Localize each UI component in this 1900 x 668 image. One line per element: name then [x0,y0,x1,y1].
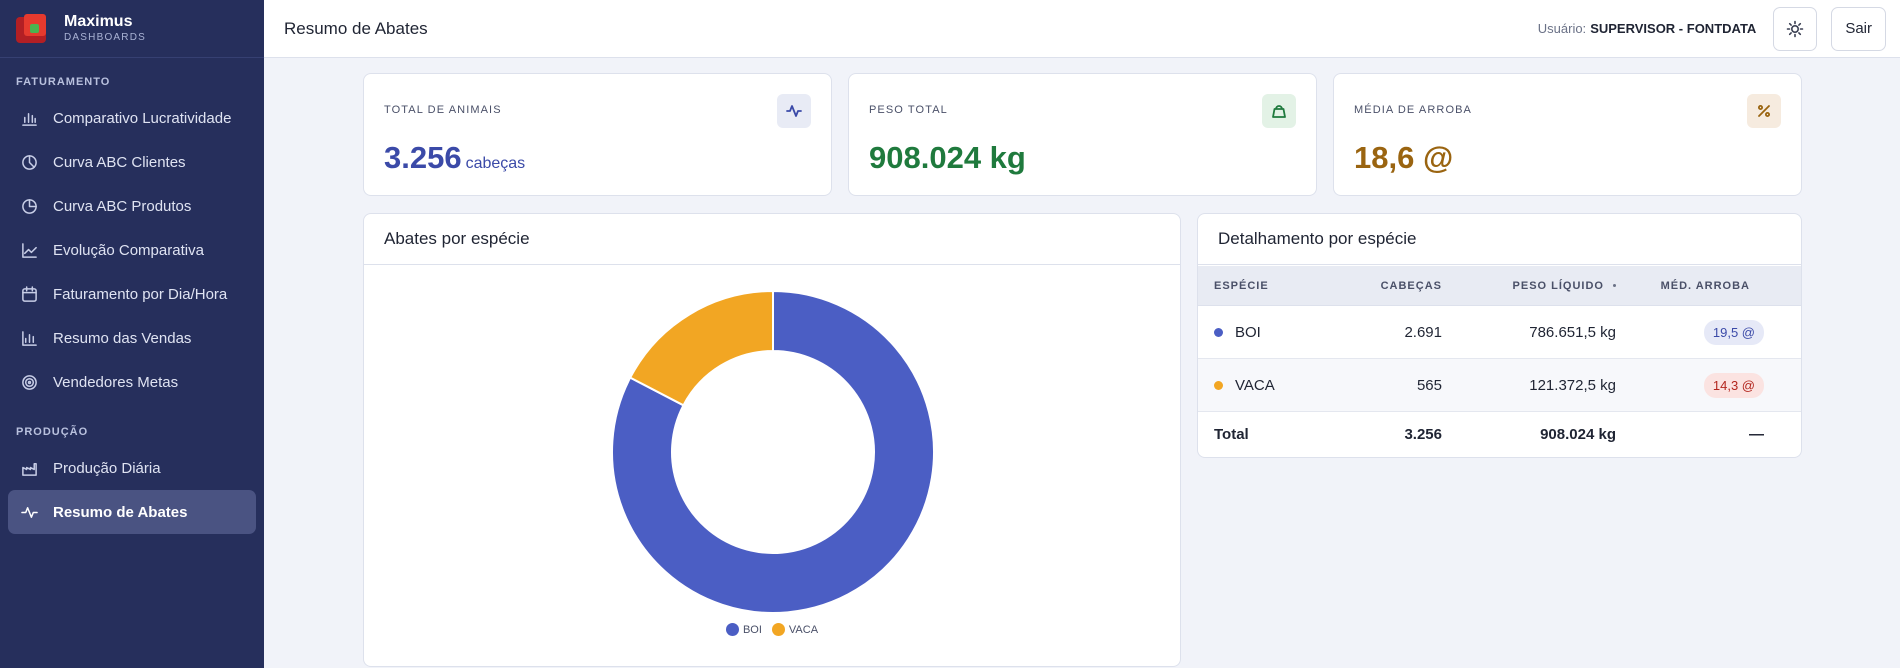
sidebar-item-comparativo-lucratividade[interactable]: Comparativo Lucratividade [8,96,256,140]
table-total-row: Total 3.256 908.024 kg — [1198,412,1801,457]
brand-subtitle: DASHBOARDS [64,32,147,43]
sidebar-item-faturamento-dia-hora[interactable]: Faturamento por Dia/Hora [8,272,256,316]
factory-icon [20,459,38,477]
detail-panel: Detalhamento por espécie ESPÉCIE CABEÇAS… [1197,213,1802,458]
cell-species: VACA [1235,376,1275,394]
top-header: Resumo de Abates Usuário: SUPERVISOR - F… [264,0,1900,58]
user-label: Usuário: [1537,21,1587,36]
cell-total-weight: 908.024 kg [1540,426,1616,443]
sidebar-item-vendedores-metas[interactable]: Vendedores Metas [8,360,256,404]
section-title-faturamento: FATURAMENTO [16,76,111,88]
percent-icon [1747,94,1781,128]
brand-name: Maximus [64,13,133,30]
weight-icon [1262,94,1296,128]
sun-icon [1786,20,1804,38]
legend-swatch [725,623,739,636]
activity-icon [777,94,811,128]
species-color-dot [1214,327,1223,337]
legend-swatch [771,623,785,636]
cell-heads: 565 [1416,376,1442,394]
table-header: ESPÉCIE CABEÇAS PESO LÍQUIDO MÉD. ARROBA [1198,266,1801,306]
theme-toggle-button[interactable] [1773,6,1818,51]
kpi-label: TOTAL DE ANIMAIS [384,104,502,116]
activity-icon [20,503,38,521]
col-header-med-arroba[interactable]: MÉD. ARROBA [1616,280,1780,292]
avg-badge: 14,3 @ [1703,372,1764,398]
kpi-card-total-animais: TOTAL DE ANIMAIS 3.256 cabeças [363,73,832,196]
species-table: ESPÉCIE CABEÇAS PESO LÍQUIDO MÉD. ARROBA… [1198,266,1801,457]
kpi-card-media-arroba: MÉDIA DE ARROBA 18,6 @ [1333,73,1802,196]
detail-panel-title: Detalhamento por espécie [1198,214,1801,265]
sidebar-item-curva-abc-produtos[interactable]: Curva ABC Produtos [8,184,256,228]
table-row[interactable]: BOI 2.691 786.651,5 kg 19,5 @ [1198,306,1801,359]
sidebar-item-label: Faturamento por Dia/Hora [53,285,228,303]
cell-weight: 121.372,5 kg [1529,376,1616,394]
cell-total-avg: — [1749,426,1764,443]
sidebar: Maximus DASHBOARDS FATURAMENTO Comparati… [0,0,264,668]
sidebar-item-curva-abc-clientes[interactable]: Curva ABC Clientes [8,140,256,184]
cell-heads: 2.691 [1404,323,1442,341]
cell-total-label: Total [1214,426,1249,443]
kpi-card-peso-total: PESO TOTAL 908.024 kg [848,73,1317,196]
kpi-value: 18,6 @ [1354,140,1454,175]
sidebar-item-label: Comparativo Lucratividade [53,109,232,127]
user-name: SUPERVISOR - FONTDATA [1590,21,1757,36]
sidebar-item-label: Resumo das Vendas [53,329,192,347]
sidebar-item-label: Evolução Comparativa [53,241,204,259]
col-header-peso-liquido[interactable]: PESO LÍQUIDO [1442,280,1616,292]
sidebar-item-producao-diaria[interactable]: Produção Diária [8,446,256,490]
cell-weight: 786.651,5 kg [1529,323,1616,341]
cell-total-heads: 3.256 [1404,426,1442,443]
kpi-value: 908.024 kg [869,140,1026,175]
species-color-dot [1214,380,1223,390]
col-header-label: PESO LÍQUIDO [1512,279,1604,292]
col-header-cabecas[interactable]: CABEÇAS [1318,280,1442,292]
kpi-label: MÉDIA DE ARROBA [1354,104,1472,116]
chart-panel-title: Abates por espécie [364,214,1180,265]
pie-chart-icon [20,153,38,171]
target-icon [20,373,38,391]
donut-chart [611,289,935,614]
legend-label: VACA [788,623,819,636]
chart-panel: Abates por espécie BOI VACA [363,213,1181,667]
sidebar-item-label: Curva ABC Produtos [53,197,192,215]
sidebar-item-label: Vendedores Metas [53,373,179,391]
table-row[interactable]: VACA 565 121.372,5 kg 14,3 @ [1198,359,1801,412]
bar-chart-icon [20,329,38,347]
calendar-icon [20,285,38,303]
brand-logo [16,13,52,44]
kpi-value: 3.256 cabeças [384,140,525,176]
pie-chart-icon [20,197,38,215]
kpi-label: PESO TOTAL [869,104,948,116]
col-header-label: MÉD. ARROBA [1660,279,1750,292]
donut-slice-vaca[interactable] [628,289,774,407]
section-title-producao: PRODUÇÃO [16,426,89,438]
kpi-unit: cabeças [465,155,526,172]
logout-button[interactable]: Sair [1831,6,1886,51]
legend-item-vaca[interactable]: VACA [771,623,819,636]
sidebar-item-resumo-vendas[interactable]: Resumo das Vendas [8,316,256,360]
sidebar-item-label: Produção Diária [53,459,161,477]
legend-item-boi[interactable]: BOI [725,623,762,636]
legend-label: BOI [742,623,762,636]
avg-badge: 19,5 @ [1703,319,1764,345]
cell-species: BOI [1235,323,1261,341]
page-title: Resumo de Abates [284,18,428,38]
sidebar-item-resumo-abates[interactable]: Resumo de Abates [8,490,256,534]
sidebar-item-evolucao-comparativa[interactable]: Evolução Comparativa [8,228,256,272]
bar-chart-icon [20,109,38,127]
chart-legend: BOI VACA [364,623,1180,636]
sidebar-item-label: Curva ABC Clientes [53,153,186,171]
sidebar-item-label: Resumo de Abates [53,503,188,521]
kpi-value-number: 3.256 [384,140,462,175]
line-chart-icon [20,241,38,259]
col-header-especie[interactable]: ESPÉCIE [1198,280,1318,292]
brand[interactable]: Maximus DASHBOARDS [0,0,264,58]
